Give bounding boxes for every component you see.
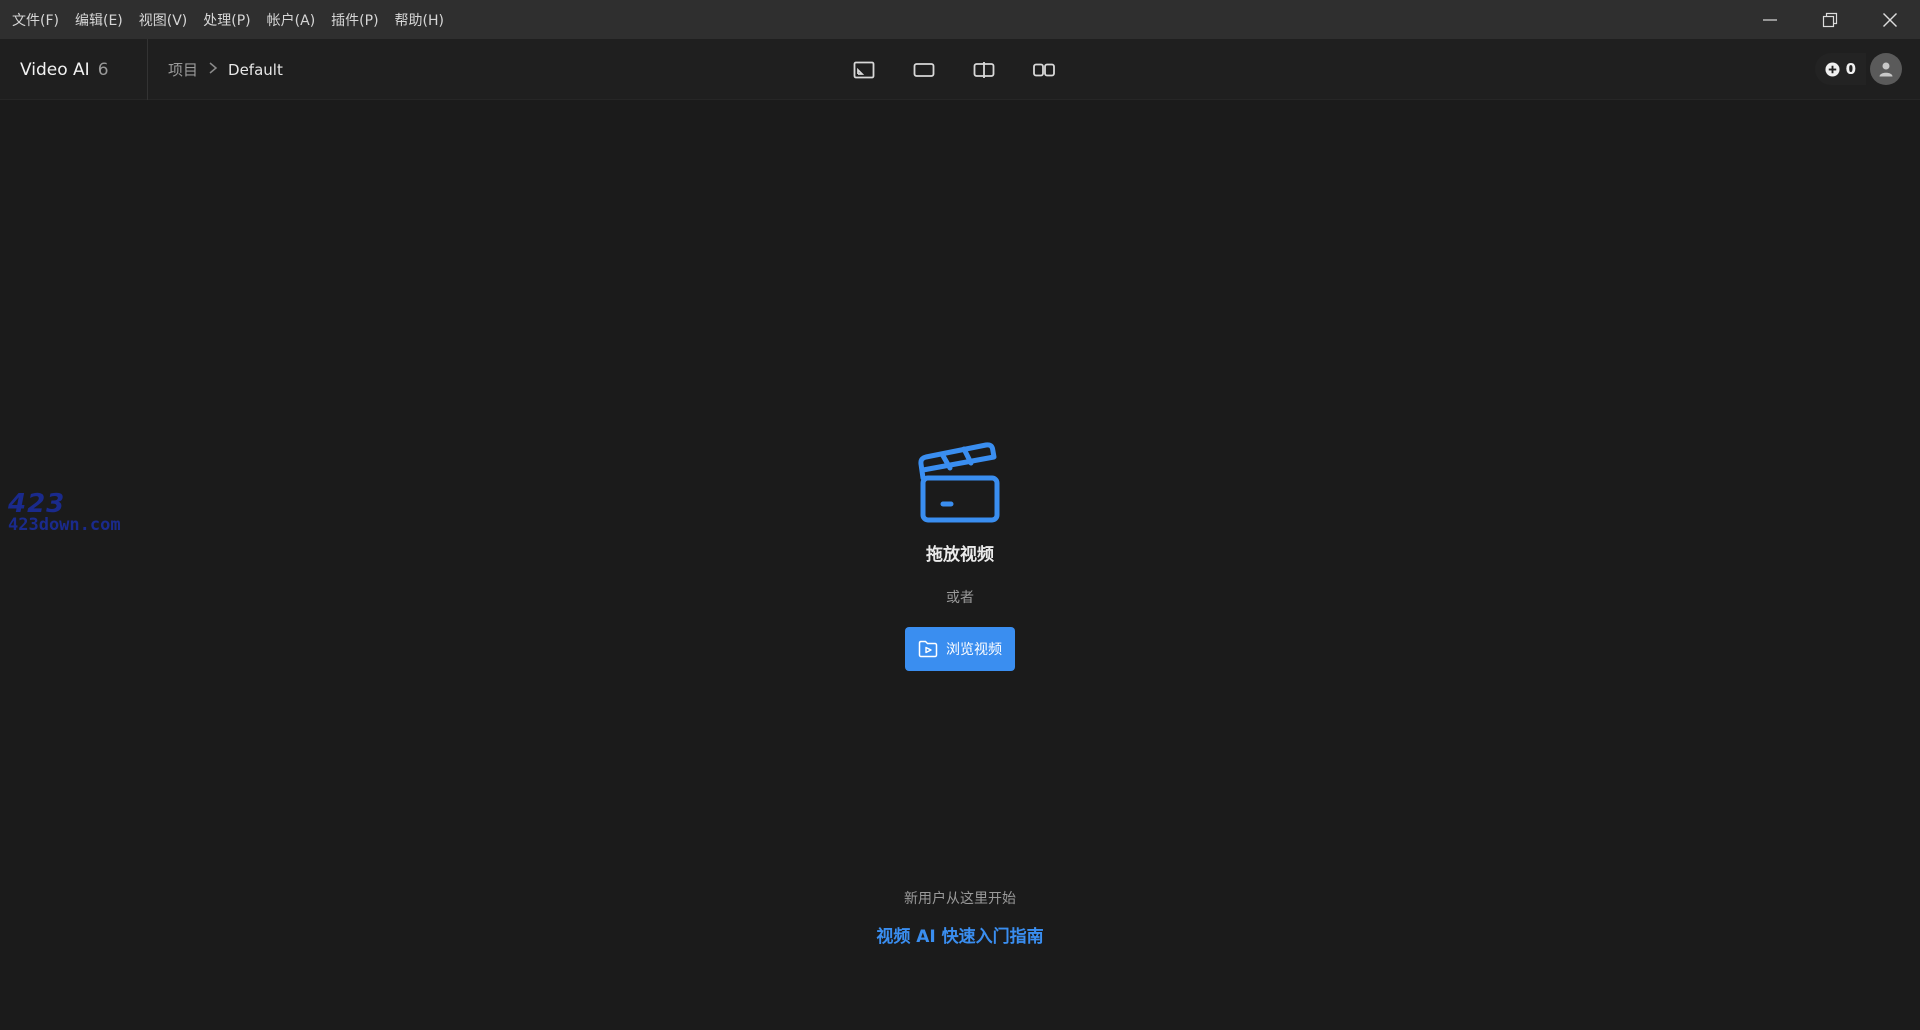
watermark-top-text: 423 xyxy=(8,489,66,519)
single-view-icon xyxy=(853,61,875,78)
menu-view[interactable]: 视图(V) xyxy=(131,0,196,39)
drop-title: 拖放视频 xyxy=(926,545,994,565)
credits-badge[interactable]: 0 xyxy=(1814,53,1866,85)
watermark-logo: 423 423down.com xyxy=(8,489,121,538)
menu-plugins[interactable]: 插件(P) xyxy=(323,0,386,39)
restore-button[interactable] xyxy=(1800,0,1860,39)
drop-prompt: 拖放视频 或者 浏览视频 xyxy=(760,440,1160,671)
credit-plus-icon xyxy=(1825,61,1840,77)
breadcrumb: 项目 Default xyxy=(168,39,283,100)
browse-video-label: 浏览视频 xyxy=(946,642,1002,658)
credits-count: 0 xyxy=(1845,60,1856,78)
full-view-icon xyxy=(913,62,935,77)
minimize-icon xyxy=(1763,18,1777,21)
getting-started: 新用户从这里开始 视频 AI 快速入门指南 xyxy=(760,888,1160,947)
app-version: 6 xyxy=(97,59,109,80)
split-view-icon xyxy=(973,61,995,78)
breadcrumb-current-project[interactable]: Default xyxy=(228,61,283,79)
minimize-button[interactable] xyxy=(1740,0,1800,39)
close-button[interactable] xyxy=(1860,0,1920,39)
menu-edit[interactable]: 编辑(E) xyxy=(67,0,131,39)
drop-or-text: 或者 xyxy=(946,590,974,606)
side-by-side-icon xyxy=(1033,63,1055,76)
breadcrumb-projects[interactable]: 项目 xyxy=(168,59,198,80)
window-controls xyxy=(1740,0,1920,39)
watermark-bottom-text: 423down.com xyxy=(8,515,121,535)
title-bar: 文件(F) 编辑(E) 视图(V) 处理(P) 帐户(A) 插件(P) 帮助(H… xyxy=(0,0,1920,39)
clapperboard-icon xyxy=(918,442,1000,523)
folder-play-icon xyxy=(918,640,938,658)
view-split-button[interactable] xyxy=(966,52,1002,88)
chevron-right-icon xyxy=(208,61,218,79)
browse-video-button[interactable]: 浏览视频 xyxy=(905,627,1015,671)
menu-process[interactable]: 处理(P) xyxy=(195,0,258,39)
view-side-by-side-button[interactable] xyxy=(1026,52,1062,88)
view-full-button[interactable] xyxy=(906,52,942,88)
menu-file[interactable]: 文件(F) xyxy=(4,0,67,39)
app-header: Video AI 6 项目 Default 0 xyxy=(0,39,1920,100)
close-icon xyxy=(1883,12,1897,27)
view-mode-toolbar xyxy=(846,39,1062,100)
video-drop-area[interactable]: 423 423down.com 拖放视频 或者 浏览视频 新用户从这里开始 视频… xyxy=(0,100,1920,1030)
quick-start-guide-link[interactable]: 视频 AI 快速入门指南 xyxy=(760,922,1160,947)
menu-bar: 文件(F) 编辑(E) 视图(V) 处理(P) 帐户(A) 插件(P) 帮助(H… xyxy=(0,0,452,39)
menu-account[interactable]: 帐户(A) xyxy=(259,0,324,39)
view-single-button[interactable] xyxy=(846,52,882,88)
menu-help[interactable]: 帮助(H) xyxy=(387,0,452,39)
app-brand: Video AI 6 xyxy=(0,39,148,100)
getting-started-hint: 新用户从这里开始 xyxy=(904,891,1016,907)
restore-icon xyxy=(1822,12,1838,27)
avatar[interactable] xyxy=(1870,53,1902,85)
account-area: 0 xyxy=(1814,51,1902,87)
user-icon xyxy=(1879,62,1893,77)
app-name: Video AI xyxy=(20,59,90,80)
